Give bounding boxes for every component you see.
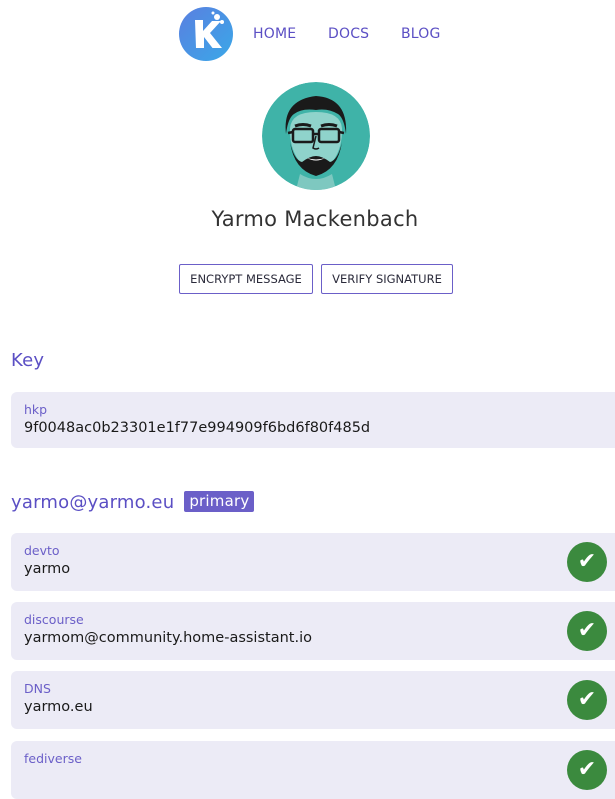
claim-value: yarmom@community.home-assistant.io xyxy=(24,630,312,646)
encrypt-message-button[interactable]: ENCRYPT MESSAGE xyxy=(179,264,313,294)
profile-name: Yarmo Mackenbach xyxy=(211,207,419,231)
claim-value: yarmo.eu xyxy=(24,699,93,715)
claim-service-label: discourse xyxy=(24,612,84,627)
nav-home-link[interactable]: HOME xyxy=(253,26,296,42)
primary-badge: primary xyxy=(184,491,255,512)
claim-card[interactable]: devto yarmo ✔ xyxy=(11,533,615,591)
verified-check-icon[interactable]: ✔ xyxy=(567,680,607,720)
nav-docs-link[interactable]: DOCS xyxy=(328,26,369,42)
claim-card[interactable]: DNS yarmo.eu ✔ xyxy=(11,671,615,729)
claim-value: yarmo xyxy=(24,561,71,577)
claim-service-label: DNS xyxy=(24,681,51,696)
key-fingerprint[interactable]: 9f0048ac0b23301e1f77e994909f6bd6f80f485d xyxy=(24,420,370,436)
avatar-portrait-icon xyxy=(262,82,370,190)
nav-blog-link[interactable]: BLOG xyxy=(401,26,441,42)
key-protocol-label: hkp xyxy=(24,402,48,417)
claim-card[interactable]: fediverse ✔ xyxy=(11,741,615,799)
claim-card[interactable]: discourse yarmom@community.home-assistan… xyxy=(11,602,615,660)
verified-check-icon[interactable]: ✔ xyxy=(567,750,607,790)
identity-email: yarmo@yarmo.eu xyxy=(11,492,175,513)
avatar xyxy=(262,82,370,190)
key-card: hkp 9f0048ac0b23301e1f77e994909f6bd6f80f… xyxy=(11,392,615,448)
key-section-title: Key xyxy=(11,350,45,371)
keyoxide-logo-icon[interactable] xyxy=(179,7,233,61)
top-nav: HOME DOCS BLOG xyxy=(0,6,615,62)
verify-signature-button[interactable]: VERIFY SIGNATURE xyxy=(321,264,453,294)
verified-check-icon[interactable]: ✔ xyxy=(567,542,607,582)
claim-service-label: devto xyxy=(24,543,60,558)
identity-email-title: yarmo@yarmo.eu primary xyxy=(11,491,255,513)
verified-check-icon[interactable]: ✔ xyxy=(567,611,607,651)
claim-service-label: fediverse xyxy=(24,751,82,766)
